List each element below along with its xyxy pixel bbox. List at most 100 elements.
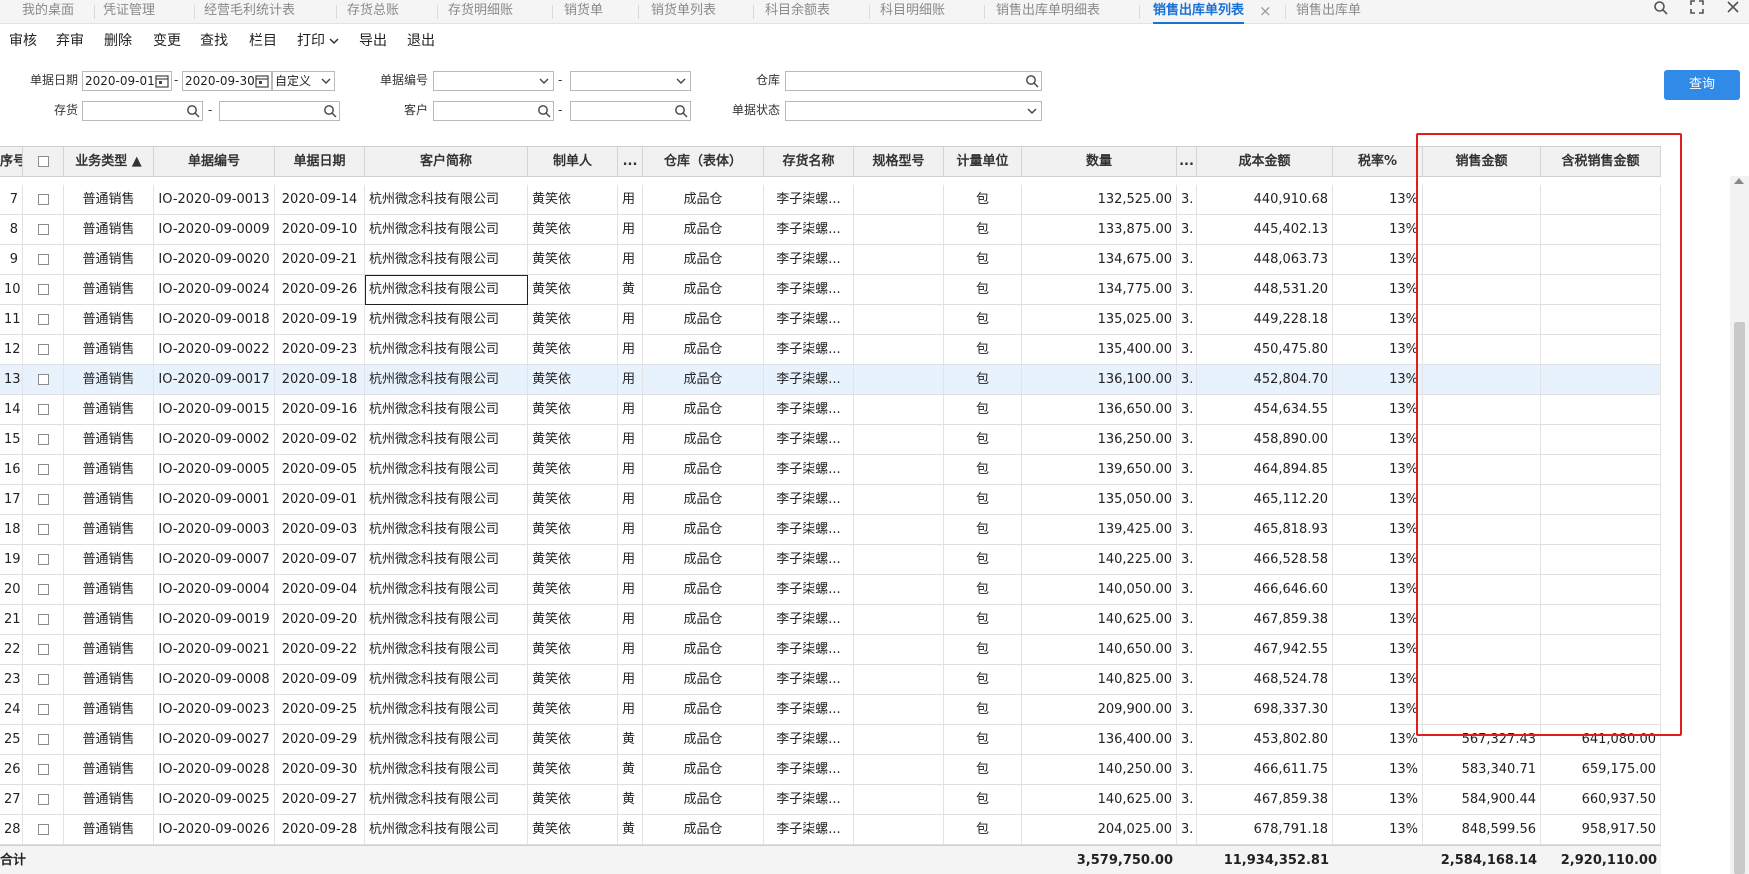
table-row[interactable]: 16 普通销售 IO-2020-09-0005 2020-09-05 杭州微念科技有限公… xyxy=(0,455,1661,485)
row-checkbox[interactable] xyxy=(37,794,49,805)
header-tax-rate[interactable]: 税率% xyxy=(1333,147,1423,177)
header-sales-amount[interactable]: 销售金额 xyxy=(1423,147,1541,177)
inventory-to-input[interactable] xyxy=(219,101,340,121)
row-checkbox[interactable] xyxy=(37,374,49,385)
row-checkbox-cell[interactable] xyxy=(23,305,64,335)
row-checkbox-cell[interactable] xyxy=(23,815,64,845)
maximize-icon[interactable] xyxy=(1686,0,1708,22)
row-checkbox-cell[interactable] xyxy=(23,485,64,515)
header-more2[interactable]: ... xyxy=(1177,147,1197,177)
row-checkbox-cell[interactable] xyxy=(23,395,64,425)
table-row[interactable]: 23 普通销售 IO-2020-09-0008 2020-09-09 杭州微念科技有限公… xyxy=(0,665,1661,695)
row-checkbox[interactable] xyxy=(37,494,49,505)
row-checkbox[interactable] xyxy=(37,704,49,715)
tab-inventory-ledger[interactable]: 存货总账 xyxy=(347,0,399,24)
table-row[interactable]: 15 普通销售 IO-2020-09-0002 2020-09-02 杭州微念科技有限公… xyxy=(0,425,1661,455)
row-checkbox[interactable] xyxy=(37,584,49,595)
row-checkbox-cell[interactable] xyxy=(23,545,64,575)
delete-button[interactable]: 删除 xyxy=(104,31,132,51)
row-checkbox[interactable] xyxy=(37,824,49,835)
header-maker[interactable]: 制单人 xyxy=(528,147,618,177)
print-button[interactable]: 打印 xyxy=(297,31,339,51)
close-icon[interactable] xyxy=(1722,0,1744,22)
row-checkbox-cell[interactable] xyxy=(23,425,64,455)
tab-sales-outbound-list[interactable]: 销售出库单列表 xyxy=(1153,0,1245,24)
search-icon[interactable] xyxy=(674,104,688,118)
unaudit-button[interactable]: 弃审 xyxy=(56,31,84,51)
warehouse-input[interactable] xyxy=(785,71,1042,91)
table-row[interactable]: 22 普通销售 IO-2020-09-0021 2020-09-22 杭州微念科技有限公… xyxy=(0,635,1661,665)
row-checkbox[interactable] xyxy=(37,524,49,535)
table-row[interactable]: 14 普通销售 IO-2020-09-0015 2020-09-16 杭州微念科技有限公… xyxy=(0,395,1661,425)
tab-inventory-detail[interactable]: 存货明细账 xyxy=(448,0,513,24)
tab-sales-order[interactable]: 销货单 xyxy=(564,0,603,24)
tab-gross-profit[interactable]: 经营毛利统计表 xyxy=(204,0,295,24)
row-checkbox[interactable] xyxy=(37,434,49,445)
header-doc-no[interactable]: 单据编号 xyxy=(154,147,275,177)
row-checkbox-cell[interactable] xyxy=(23,455,64,485)
row-checkbox-cell[interactable] xyxy=(23,275,64,305)
row-checkbox-cell[interactable] xyxy=(23,215,64,245)
exit-button[interactable]: 退出 xyxy=(407,31,435,51)
row-checkbox[interactable] xyxy=(37,404,49,415)
row-checkbox-cell[interactable] xyxy=(23,785,64,815)
vertical-scrollbar[interactable] xyxy=(1730,176,1749,874)
select-all-checkbox[interactable] xyxy=(37,156,49,167)
scrollbar-thumb[interactable] xyxy=(1734,322,1745,874)
tab-account-detail[interactable]: 科目明细账 xyxy=(880,0,945,24)
tab-desktop[interactable]: 我的桌面 xyxy=(22,0,74,24)
row-checkbox-cell[interactable] xyxy=(23,725,64,755)
date-to-input[interactable]: 2020-09-30 xyxy=(182,71,272,91)
header-qty[interactable]: 数量 xyxy=(1022,147,1177,177)
row-checkbox-cell[interactable] xyxy=(23,335,64,365)
tab-account-balance[interactable]: 科目余额表 xyxy=(765,0,830,24)
header-unit[interactable]: 计量单位 xyxy=(944,147,1022,177)
status-select[interactable] xyxy=(785,101,1042,121)
search-icon[interactable] xyxy=(323,104,337,118)
row-checkbox[interactable] xyxy=(37,674,49,685)
customer-from-input[interactable] xyxy=(433,101,554,121)
audit-button[interactable]: 审核 xyxy=(9,31,37,51)
table-row[interactable]: 11 普通销售 IO-2020-09-0018 2020-09-19 杭州微念科技有限公… xyxy=(0,305,1661,335)
close-icon[interactable]: × xyxy=(1259,0,1272,24)
table-row[interactable]: 24 普通销售 IO-2020-09-0023 2020-09-25 杭州微念科技有限公… xyxy=(0,695,1661,725)
table-row[interactable]: 19 普通销售 IO-2020-09-0007 2020-09-07 杭州微念科技有限公… xyxy=(0,545,1661,575)
inventory-from-input[interactable] xyxy=(82,101,203,121)
table-row[interactable]: 8 普通销售 IO-2020-09-0009 2020-09-10 杭州微念科技有限公司… xyxy=(0,215,1661,245)
row-checkbox[interactable] xyxy=(37,554,49,565)
header-select-all[interactable] xyxy=(23,147,64,177)
table-row[interactable]: 25 普通销售 IO-2020-09-0027 2020-09-29 杭州微念科技有限公… xyxy=(0,725,1661,755)
table-row[interactable]: 10 普通销售 IO-2020-09-0024 2020-09-26 杭州微念科技有限公… xyxy=(0,275,1661,305)
tab-sales-outbound[interactable]: 销售出库单 xyxy=(1296,0,1361,24)
query-button[interactable]: 查询 xyxy=(1664,70,1740,100)
columns-button[interactable]: 栏目 xyxy=(249,31,277,51)
row-checkbox-cell[interactable] xyxy=(23,665,64,695)
header-warehouse[interactable]: 仓库（表体） xyxy=(643,147,764,177)
table-row[interactable]: 26 普通销售 IO-2020-09-0028 2020-09-30 杭州微念科技有限公… xyxy=(0,755,1661,785)
date-mode-select[interactable]: 自定义 xyxy=(272,71,335,91)
change-button[interactable]: 变更 xyxy=(153,31,181,51)
row-checkbox[interactable] xyxy=(37,194,49,205)
table-row[interactable]: 17 普通销售 IO-2020-09-0001 2020-09-01 杭州微念科技有限公… xyxy=(0,485,1661,515)
row-checkbox[interactable] xyxy=(37,344,49,355)
table-row[interactable]: 7 普通销售 IO-2020-09-0013 2020-09-14 杭州微念科技有限公司… xyxy=(0,185,1661,215)
table-row[interactable]: 27 普通销售 IO-2020-09-0025 2020-09-27 杭州微念科技有限公… xyxy=(0,785,1661,815)
tab-sales-outbound-detail[interactable]: 销售出库单明细表 xyxy=(996,0,1100,24)
header-biz-type[interactable]: 业务类型 ▲ xyxy=(64,147,154,177)
calendar-icon[interactable] xyxy=(155,74,169,88)
calendar-icon[interactable] xyxy=(255,74,269,88)
table-row[interactable]: 12 普通销售 IO-2020-09-0022 2020-09-23 杭州微念科技有限公… xyxy=(0,335,1661,365)
row-checkbox[interactable] xyxy=(37,224,49,235)
docno-from-select[interactable] xyxy=(433,71,554,91)
header-more1[interactable]: ... xyxy=(618,147,643,177)
export-button[interactable]: 导出 xyxy=(359,31,387,51)
minimize-icon[interactable] xyxy=(1650,0,1672,22)
row-checkbox-cell[interactable] xyxy=(23,245,64,275)
row-checkbox[interactable] xyxy=(37,314,49,325)
header-cost[interactable]: 成本金额 xyxy=(1197,147,1333,177)
table-row[interactable]: 18 普通销售 IO-2020-09-0003 2020-09-03 杭州微念科技有限公… xyxy=(0,515,1661,545)
header-doc-date[interactable]: 单据日期 xyxy=(275,147,365,177)
row-checkbox-cell[interactable] xyxy=(23,575,64,605)
find-button[interactable]: 查找 xyxy=(200,31,228,51)
row-checkbox-cell[interactable] xyxy=(23,755,64,785)
